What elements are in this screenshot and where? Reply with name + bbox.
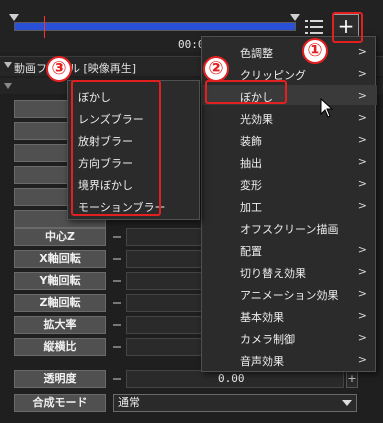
menu-item-animation[interactable]: アニメーション効果 >: [202, 283, 377, 303]
menu-item-offscreen-render[interactable]: オフスクリーン描画: [202, 217, 377, 237]
menu-item-label: オフスクリーン描画: [240, 223, 339, 236]
menu-item-label: 色調整: [240, 47, 273, 60]
highlight-box-submenu: [71, 80, 161, 216]
menu-item-audio-effect[interactable]: 音声効果 >: [202, 349, 377, 369]
step-1-badge: ①: [302, 38, 328, 64]
step-3-badge: ③: [46, 56, 72, 82]
param-label-aspect[interactable]: 縦横比: [14, 338, 106, 356]
param-label-center-z[interactable]: 中心Z: [14, 228, 106, 246]
highlight-box-add-button: [332, 12, 363, 43]
chevron-right-icon: >: [357, 111, 367, 124]
menu-item-label: カメラ制御: [240, 333, 295, 346]
start-marker-icon[interactable]: [9, 14, 19, 21]
param-label-scale[interactable]: 拡大率: [14, 316, 106, 334]
chevron-right-icon: >: [357, 243, 367, 256]
list-icon[interactable]: [305, 18, 323, 36]
menu-item-camera-control[interactable]: カメラ制御 >: [202, 327, 377, 347]
menu-item-transition[interactable]: 切り替え効果 >: [202, 261, 377, 281]
chevron-right-icon: >: [357, 331, 367, 344]
param-label-y-rotation[interactable]: Y軸回転: [14, 272, 106, 290]
collapse-icon[interactable]: [4, 62, 12, 68]
param-dash: [113, 324, 121, 326]
timeline-track[interactable]: [14, 22, 296, 31]
step-2-badge: ②: [203, 56, 229, 82]
menu-item-process[interactable]: 加工 >: [202, 195, 377, 215]
menu-item-decoration[interactable]: 装飾 >: [202, 129, 377, 149]
mouse-cursor-icon: [320, 98, 334, 118]
chevron-right-icon: >: [357, 177, 367, 190]
menu-item-label: 基本効果: [240, 311, 284, 324]
chevron-right-icon: >: [357, 265, 367, 278]
menu-item-label: 音声効果: [240, 355, 284, 368]
menu-item-label: アニメーション効果: [240, 289, 339, 302]
chevron-right-icon: >: [357, 133, 367, 146]
menu-item-label: 加工: [240, 201, 262, 214]
param-label-x-rotation[interactable]: X軸回転: [14, 250, 106, 268]
chevron-right-icon: >: [357, 67, 367, 80]
chevron-right-icon: >: [357, 199, 367, 212]
param-dash: [113, 346, 121, 348]
menu-item-color-adjust[interactable]: 色調整 >: [202, 41, 377, 61]
menu-item-label: 切り替え効果: [240, 267, 306, 280]
param-dash: [113, 378, 121, 380]
chevron-right-icon: >: [357, 353, 367, 366]
chevron-right-icon: >: [357, 155, 367, 168]
playhead-cursor[interactable]: [44, 16, 45, 38]
menu-item-label: 変形: [240, 179, 262, 192]
param-label-z-rotation[interactable]: Z軸回転: [14, 294, 106, 312]
menu-item-label: 装飾: [240, 135, 262, 148]
menu-item-extract[interactable]: 抽出 >: [202, 151, 377, 171]
blend-mode-value: 通常: [118, 396, 140, 409]
plus-icon[interactable]: +: [346, 370, 358, 388]
menu-item-basic-effect[interactable]: 基本効果 >: [202, 305, 377, 325]
menu-item-light-effect[interactable]: 光効果 >: [202, 107, 377, 127]
opacity-value[interactable]: 0.00: [218, 372, 245, 385]
param-dash: [113, 258, 121, 260]
collapse-icon[interactable]: [4, 83, 12, 89]
param-dash: [113, 280, 121, 282]
blend-mode-select[interactable]: 通常: [113, 394, 357, 412]
menu-item-label: 配置: [240, 245, 262, 258]
param-label-opacity[interactable]: 透明度: [14, 370, 106, 388]
end-marker-icon[interactable]: [290, 14, 300, 21]
param-dash: [113, 236, 121, 238]
param-dash: [113, 302, 121, 304]
menu-item-transform[interactable]: 変形 >: [202, 173, 377, 193]
menu-item-label: 光効果: [240, 113, 273, 126]
menu-item-label: 抽出: [240, 157, 262, 170]
blend-mode-label: 合成モード: [14, 394, 106, 412]
panel-title: 動画ファイル [映像再生]: [14, 62, 137, 75]
chevron-right-icon: >: [357, 309, 367, 322]
chevron-right-icon: >: [357, 287, 367, 300]
chevron-down-icon: [342, 400, 352, 406]
chevron-right-icon: >: [357, 89, 367, 102]
menu-item-layout[interactable]: 配置 >: [202, 239, 377, 259]
chevron-right-icon: >: [357, 45, 367, 58]
highlight-box-blur-item: [205, 80, 287, 104]
